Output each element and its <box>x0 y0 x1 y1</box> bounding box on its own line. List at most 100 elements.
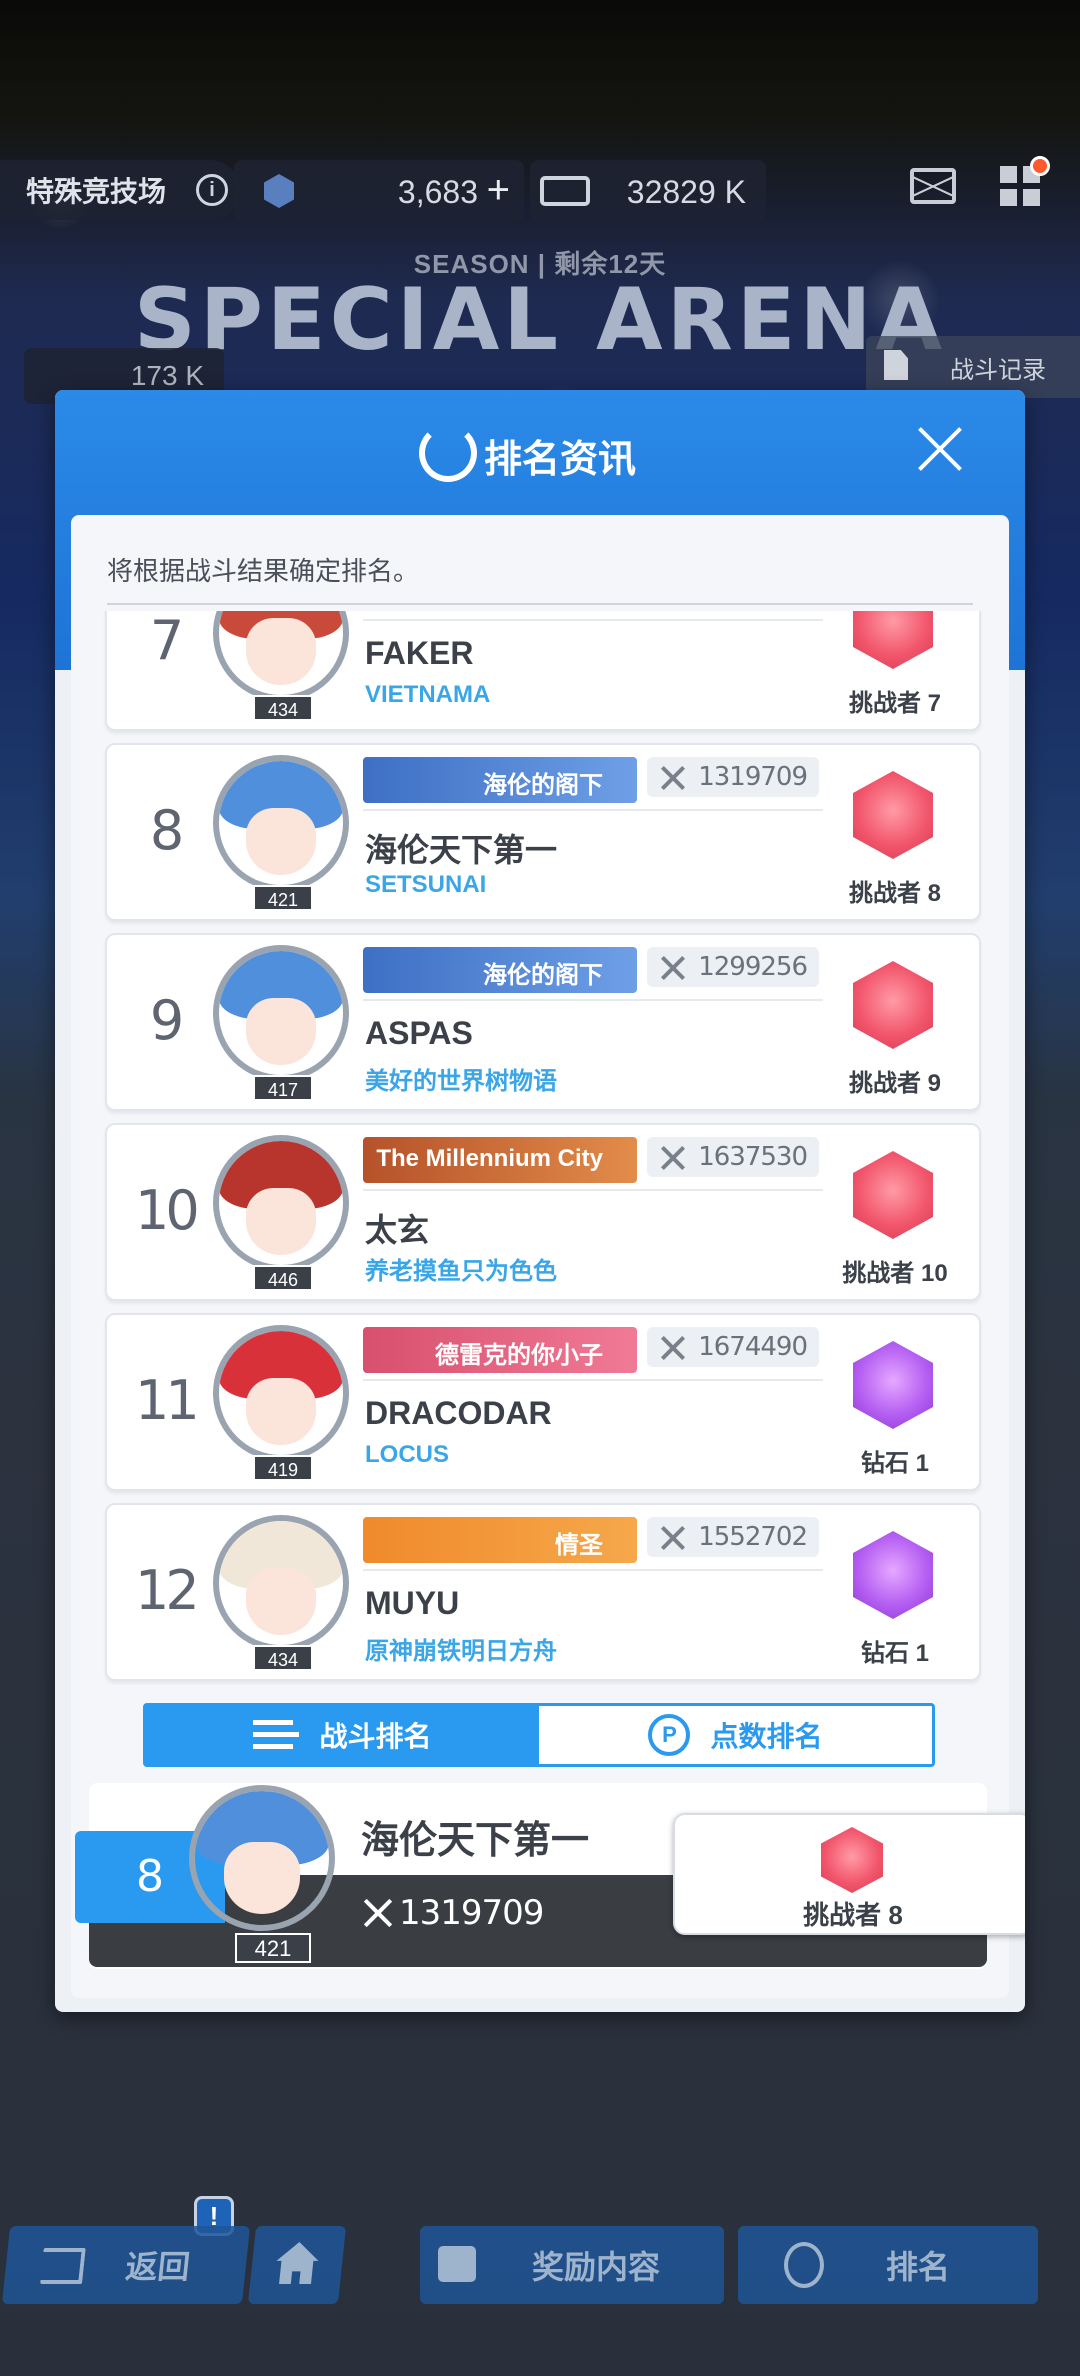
rank-number: 8 <box>149 799 184 862</box>
ranking-list[interactable]: 7 434 FAKER VIETNAMA 挑战者 7 8 421 海伦的阁下 1319709 海伦… <box>71 611 1009 1685</box>
gem-icon <box>264 174 294 208</box>
player-name: DRACODAR <box>365 1395 552 1431</box>
document-icon <box>884 350 908 380</box>
rank-number: 10 <box>135 1179 200 1242</box>
currency-gold: 32829 K <box>530 160 766 222</box>
player-avatar <box>213 755 349 891</box>
level-badge: 417 <box>253 1075 313 1101</box>
title-badge: 德雷克的你小子 <box>363 1327 637 1373</box>
rank-number: 12 <box>135 1559 200 1622</box>
tier-name: 挑战者 10 <box>842 1260 948 1287</box>
close-icon[interactable] <box>915 424 965 474</box>
player-name: FAKER <box>365 635 474 671</box>
player-avatar <box>213 1325 349 1461</box>
modal-title: 排名资讯 <box>483 439 636 481</box>
ranking-row[interactable]: 11 419 德雷克的你小子 1674490 DRACODAR LOCUS 钻石 1 <box>105 1313 981 1491</box>
tab-battle-rank[interactable]: 战斗排名 <box>146 1706 539 1764</box>
title-badge: 海伦的阁下 <box>363 947 637 993</box>
player-avatar <box>213 945 349 1081</box>
currency-gems: 3,683 + <box>234 160 524 222</box>
medal-icon <box>784 2242 824 2288</box>
my-avatar <box>189 1785 335 1931</box>
chest-icon <box>438 2246 476 2282</box>
title-badge: 海伦的阁下 <box>363 757 637 803</box>
my-combat-power: 1319709 <box>399 1893 544 1933</box>
guild-name: 美好的世界树物语 <box>365 1068 557 1095</box>
title-badge: 情圣 <box>363 1517 637 1563</box>
swords-icon <box>659 1335 687 1359</box>
player-name: ASPAS <box>365 1015 473 1051</box>
info-icon[interactable]: i <box>196 174 228 206</box>
challenger-tier-icon <box>821 1827 883 1893</box>
ranking-modal: 排名资讯 将根据战斗结果确定排名。 7 434 FAKER VIETNAMA 挑战者 7… <box>55 390 1025 2012</box>
tier-name: 钻石 1 <box>860 1450 929 1477</box>
swords-icon <box>361 1897 395 1927</box>
my-rank-bar: 8 421 海伦天下第一 1319709 挑战者 8 <box>75 1783 1025 1969</box>
swords-icon <box>659 955 687 979</box>
level-badge: 419 <box>253 1455 313 1481</box>
guild-name: 原神崩铁明日方舟 <box>365 1638 557 1665</box>
my-player-name: 海伦天下第一 <box>361 1820 590 1862</box>
challenger-tier-icon <box>853 611 933 669</box>
tier-name: 挑战者 7 <box>848 690 941 717</box>
combat-power: 1319709 <box>647 757 819 797</box>
guild-name: 养老摸鱼只为色色 <box>365 1258 557 1285</box>
title-badge: The Millennium City <box>363 1137 637 1183</box>
rank-number: 9 <box>149 989 184 1052</box>
back-button[interactable]: 返回 <box>1 2226 251 2304</box>
gem-amount: 3,683 <box>397 174 478 210</box>
challenger-tier-icon <box>853 771 933 859</box>
ranking-row[interactable]: 10 446 The Millennium City 1637530 太玄养老摸鱼只为色… <box>105 1123 981 1301</box>
divider <box>107 603 973 605</box>
ranking-row[interactable]: 8 421 海伦的阁下 1319709 海伦天下第一 SETSUNAI 挑战者 8 <box>105 743 981 921</box>
combat-power: 1552702 <box>647 1517 819 1557</box>
combat-power: 1299256 <box>647 947 819 987</box>
level-badge: 434 <box>253 1645 313 1671</box>
level-badge: 434 <box>253 695 313 721</box>
exit-icon <box>40 2248 86 2284</box>
ranking-tabs: 战斗排名 P 点数排名 <box>143 1703 935 1767</box>
rank-number: 11 <box>135 1369 200 1432</box>
ranking-row[interactable]: 12 434 情圣 1552702 MUYU 原神崩铁明日方舟 钻石 1 <box>105 1503 981 1681</box>
swords-icon <box>659 1145 687 1169</box>
player-name: MUYU <box>365 1585 460 1621</box>
player-avatar <box>213 1135 349 1271</box>
ranking-row[interactable]: 9 417 海伦的阁下 1299256 ASPAS 美好的世界树物语 挑战者 9 <box>105 933 981 1111</box>
guild-name: LOCUS <box>365 1441 449 1468</box>
mail-icon[interactable] <box>910 168 956 204</box>
tab-points-rank[interactable]: P 点数排名 <box>539 1706 932 1764</box>
list-icon <box>253 1720 300 1750</box>
guild-name: VIETNAMA <box>365 681 491 708</box>
player-name: 太玄 <box>365 1212 430 1248</box>
player-name: 海伦天下第一 <box>365 832 558 868</box>
tier-name: 挑战者 9 <box>848 1070 941 1097</box>
tier-name: 挑战者 8 <box>848 880 941 907</box>
rank-number: 7 <box>149 611 184 672</box>
ranking-button[interactable]: 排名 <box>738 2226 1038 2304</box>
rewards-button[interactable]: 奖励内容 <box>420 2226 724 2304</box>
home-icon <box>274 2242 320 2284</box>
my-level-badge: 421 <box>235 1933 311 1963</box>
challenger-tier-icon <box>853 961 933 1049</box>
guild-name: SETSUNAI <box>365 871 487 898</box>
home-button[interactable] <box>247 2226 347 2304</box>
ranking-notice: 将根据战斗结果确定排名。 <box>107 556 420 586</box>
wallet-icon <box>540 176 590 206</box>
swords-icon <box>659 765 687 789</box>
notification-dot <box>1030 156 1050 176</box>
gold-amount: 32829 K <box>626 174 746 210</box>
challenger-tier-icon <box>853 1151 933 1239</box>
add-gems-button[interactable]: + <box>487 168 510 213</box>
combat-power: 1637530 <box>647 1137 819 1177</box>
player-avatar <box>213 1515 349 1651</box>
points-icon: P <box>648 1714 691 1756</box>
ranking-row[interactable]: 7 434 FAKER VIETNAMA 挑战者 7 <box>105 611 981 731</box>
ranking-panel: 将根据战斗结果确定排名。 7 434 FAKER VIETNAMA 挑战者 7 8 421 海… <box>71 515 1025 1998</box>
level-badge: 421 <box>253 885 313 911</box>
my-tier-name: 挑战者 8 <box>803 1900 903 1930</box>
diamond-tier-icon <box>853 1531 933 1619</box>
swords-icon <box>659 1525 687 1549</box>
combat-power: 1674490 <box>647 1327 819 1367</box>
level-badge: 446 <box>253 1265 313 1291</box>
my-tier-card: 挑战者 8 <box>673 1813 1025 1935</box>
